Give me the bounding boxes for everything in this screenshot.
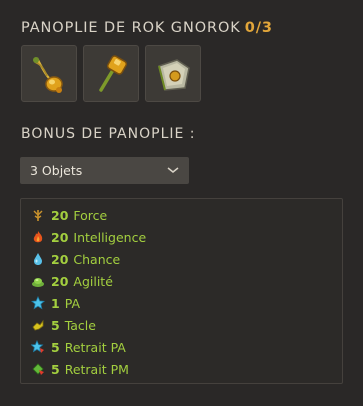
bonus-line-retrait-pa: 5 Retrait PA: [31, 337, 126, 357]
chevron-down-icon: [167, 167, 179, 173]
bonus-label: Retrait PM: [64, 361, 129, 377]
set-bonus-panel: PANOPLIE DE ROK GNOROK 0/3 BONUS DE PANO…: [0, 0, 363, 406]
bonus-label: Chance: [73, 251, 121, 267]
bonus-line-pa: 1 PA: [31, 293, 80, 313]
bonus-label: Intelligence: [73, 229, 147, 245]
bonus-value: 20: [51, 229, 69, 245]
bonus-line-agility: 20 Agilité: [31, 271, 113, 291]
force-icon: [31, 208, 45, 222]
bonus-value: 20: [51, 251, 69, 267]
agility-icon: [31, 274, 45, 288]
intelligence-icon: [31, 230, 45, 244]
bonus-value: 20: [51, 207, 69, 223]
bonus-line-chance: 20 Chance: [31, 249, 120, 269]
bonus-line-retrait-pm: 5 Retrait PM: [31, 359, 129, 379]
set-title: PANOPLIE DE ROK GNOROK 0/3: [21, 20, 273, 36]
shield-icon: [158, 58, 190, 91]
bonus-value: 20: [51, 273, 69, 289]
bonus-label: Agilité: [73, 273, 113, 289]
pa-icon: [31, 296, 45, 310]
item-slot-shield[interactable]: [145, 45, 201, 102]
set-item-count: 0/3: [244, 20, 273, 36]
bonus-label: PA: [64, 295, 80, 311]
tackle-icon: [31, 318, 45, 332]
item-slot-hammer[interactable]: [83, 45, 139, 102]
amulet-icon: [33, 56, 63, 93]
bonus-line-force: 20 Force: [31, 205, 107, 225]
bonus-list: 20 Force 20 Intelligence 20 Chance 20 Ag…: [20, 198, 343, 384]
bonus-value: 5: [51, 317, 60, 333]
bonus-line-intelligence: 20 Intelligence: [31, 227, 146, 247]
item-slot-amulet[interactable]: [21, 45, 77, 102]
bonus-label: Force: [73, 207, 108, 223]
bonus-count-select[interactable]: 3 Objets: [20, 157, 189, 184]
set-items: [21, 45, 201, 102]
hammer-icon: [99, 54, 128, 92]
mp-reduction-icon: [31, 362, 45, 376]
bonus-count-select-value: 3 Objets: [30, 163, 83, 178]
ap-reduction-icon: [31, 340, 45, 354]
chance-icon: [31, 252, 45, 266]
bonus-value: 5: [51, 339, 60, 355]
bonus-section-title: BONUS DE PANOPLIE :: [21, 126, 196, 142]
bonus-label: Tacle: [64, 317, 96, 333]
bonus-value: 1: [51, 295, 60, 311]
set-name: PANOPLIE DE ROK GNOROK: [21, 20, 241, 36]
bonus-label: Retrait PA: [64, 339, 126, 355]
bonus-line-tacle: 5 Tacle: [31, 315, 96, 335]
bonus-value: 5: [51, 361, 60, 377]
